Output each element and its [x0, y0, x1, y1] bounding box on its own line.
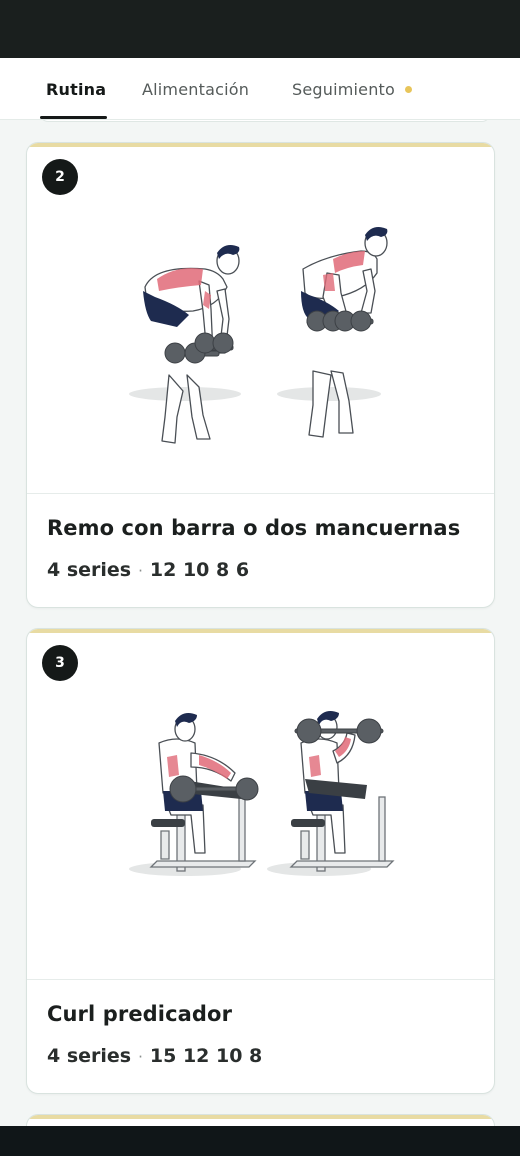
- exercise-name: Curl predicador: [47, 1002, 233, 1026]
- notification-dot: [405, 85, 413, 93]
- exercise-meta: 4 series · 12 10 8 6: [47, 559, 249, 581]
- previous-card-edge: [40, 120, 490, 122]
- meta-separator: ·: [138, 1048, 143, 1066]
- tab-rutina[interactable]: Rutina: [46, 58, 106, 120]
- active-tab-indicator: [40, 116, 107, 119]
- exercise-number-badge: 2: [42, 159, 78, 195]
- meta-separator: ·: [138, 562, 143, 580]
- exercise-number-badge: 3: [42, 645, 78, 681]
- card-divider: [27, 979, 494, 980]
- tab-label: Alimentación: [142, 79, 250, 99]
- bent-over-row-illustration: [129, 227, 388, 444]
- series-count: 4 series: [47, 559, 132, 581]
- exercise-card[interactable]: 3 Curl predicador 4 series · 15 12 10 8: [26, 628, 495, 1094]
- card-accent-stripe: [27, 143, 494, 147]
- reps-scheme: 15 12 10 8: [149, 1045, 263, 1067]
- exercise-card[interactable]: 2 Remo con barra o dos mancuernas 4 seri…: [26, 142, 495, 608]
- next-card-edge[interactable]: [26, 1114, 495, 1126]
- card-accent-stripe: [27, 1115, 494, 1119]
- status-bar: [0, 0, 520, 58]
- tab-label: Seguimiento: [292, 79, 396, 99]
- routine-list[interactable]: 2 Remo con barra o dos mancuernas 4 seri…: [0, 120, 520, 1126]
- series-count: 4 series: [47, 1045, 132, 1067]
- exercise-meta: 4 series · 15 12 10 8: [47, 1045, 262, 1067]
- reps-scheme: 12 10 8 6: [149, 559, 250, 581]
- exercise-name: Remo con barra o dos mancuernas: [47, 516, 461, 540]
- card-divider: [27, 493, 494, 494]
- tab-alimentacion[interactable]: Alimentación: [142, 58, 249, 120]
- tab-label: Rutina: [46, 79, 107, 99]
- system-navigation-bar: [0, 1126, 520, 1156]
- card-accent-stripe: [27, 629, 494, 633]
- tab-seguimiento[interactable]: Seguimiento: [292, 58, 413, 120]
- preacher-curl-illustration: [129, 711, 395, 876]
- tab-bar: Rutina Alimentación Seguimiento: [0, 58, 520, 120]
